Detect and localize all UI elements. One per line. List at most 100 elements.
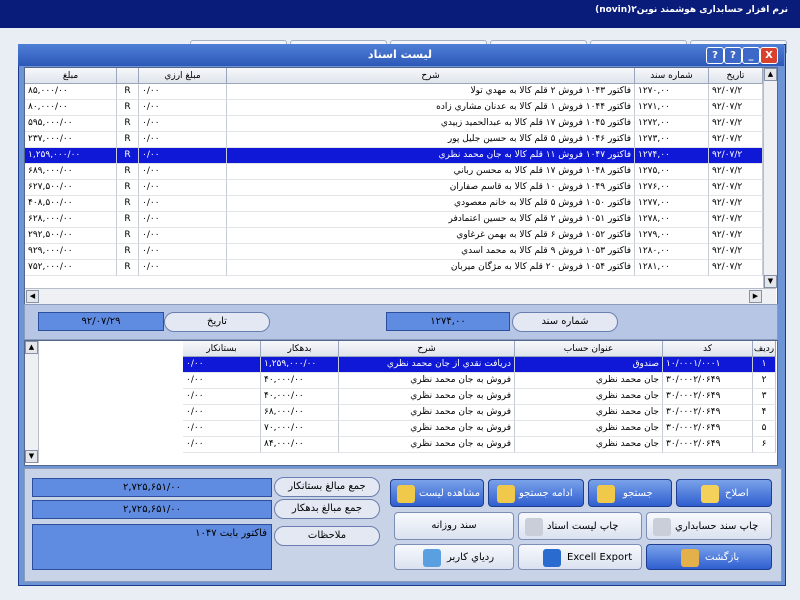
print-document-list-button[interactable]: چاپ ليست اسناد bbox=[518, 512, 642, 540]
minimize-icon: _ bbox=[748, 50, 754, 61]
cell-doc-no: ۱۲۷۵,۰۰ bbox=[635, 164, 709, 180]
col-header-code[interactable]: کد bbox=[663, 341, 753, 357]
scroll-up-arrow-icon[interactable]: ▲ bbox=[764, 68, 777, 81]
pencil-icon bbox=[701, 485, 719, 503]
cell-debit: ۶۸,۰۰۰/۰۰ bbox=[261, 405, 339, 421]
date-field[interactable]: ۹۲/۰۷/۲۹ bbox=[38, 312, 164, 331]
search-button-label: جستجو bbox=[623, 488, 653, 499]
cell-fx-flag: R bbox=[117, 196, 139, 212]
col-header-doc-number[interactable]: شماره سند bbox=[635, 68, 709, 84]
cell-doc-no: ۱۲۸۰,۰۰ bbox=[635, 244, 709, 260]
table-row[interactable]: ۸۰,۰۰۰/۰۰ R ۰/۰۰ فاکتور ۱۰۴۴ فروش ۱ قلم کال… bbox=[25, 100, 763, 116]
cell-code: ۱۰/۰۰۰۱/۰۰۰۱ bbox=[663, 357, 753, 373]
notes-label: ملاحظات bbox=[274, 526, 380, 546]
cell-date: ۹۲/۰۷/۲ bbox=[709, 196, 763, 212]
table-row[interactable]: ۰/۰۰ ۴۰,۰۰۰/۰۰ فروش به جان محمد نظري جان مح… bbox=[183, 389, 776, 405]
cell-credit: ۰/۰۰ bbox=[183, 437, 261, 453]
user-trace-button[interactable]: ردياي کاربر bbox=[394, 544, 514, 570]
cell-desc: فاکتور ۱۰۴۳ فروش ۲ قلم کالا به مهدي تولا bbox=[227, 84, 635, 100]
table-row[interactable]: ۷۵۲,۰۰۰/۰۰ R ۰/۰۰ فاکتور ۱۰۵۴ فروش ۲۰ قلم ک… bbox=[25, 260, 763, 276]
help-button[interactable]: ? bbox=[724, 47, 742, 64]
print-accounting-doc-button[interactable]: چاپ سند حسابداري bbox=[646, 512, 772, 540]
cell-doc-no: ۱۲۷۶,۰۰ bbox=[635, 180, 709, 196]
cell-debit: ۷۰,۰۰۰/۰۰ bbox=[261, 421, 339, 437]
cell-doc-no: ۱۲۷۰,۰۰ bbox=[635, 84, 709, 100]
table-row[interactable]: ۶۲۸,۰۰۰/۰۰ R ۰/۰۰ فاکتور ۱۰۵۱ فروش ۲ قلم کا… bbox=[25, 212, 763, 228]
cell-doc-no: ۱۲۸۱,۰۰ bbox=[635, 260, 709, 276]
users-icon bbox=[423, 549, 441, 567]
notes-field[interactable]: فاکتور بابت ۱۰۴۷ bbox=[32, 524, 272, 570]
back-button[interactable]: بازگشت bbox=[646, 544, 772, 570]
cell-debit: ۴۰,۰۰۰/۰۰ bbox=[261, 373, 339, 389]
cell-doc-no: ۱۲۷۴,۰۰ bbox=[635, 148, 709, 164]
folder-search-icon bbox=[597, 485, 615, 503]
cell-desc: فاکتور ۱۰۵۲ فروش ۶ قلم کالا به بهمن غرغا… bbox=[227, 228, 635, 244]
cell-debit: ۸۴,۰۰۰/۰۰ bbox=[261, 437, 339, 453]
col-header-debit[interactable]: بدهکار bbox=[261, 341, 339, 357]
cell-fx-amount: ۰/۰۰ bbox=[139, 84, 227, 100]
table-row[interactable]: ۰/۰۰ ۶۸,۰۰۰/۰۰ فروش به جان محمد نظري جان مح… bbox=[183, 405, 776, 421]
context-help-button[interactable]: ? bbox=[706, 47, 724, 64]
documents-table-body: ۸۵,۰۰۰/۰۰ R ۰/۰۰ فاکتور ۱۰۴۳ فروش ۲ قلم کال… bbox=[25, 84, 763, 280]
table-row[interactable]: ۴۰۸,۵۰۰/۰۰ R ۰/۰۰ فاکتور ۱۰۵۰ فروش ۵ قلم کا… bbox=[25, 196, 763, 212]
table-row[interactable]: ۰/۰۰ ۱,۲۵۹,۰۰۰/۰۰ دريافت نقدي از جان محمد … bbox=[183, 357, 776, 373]
printer-icon bbox=[525, 518, 543, 536]
table-row[interactable]: ۱,۲۵۹,۰۰۰/۰۰ R ۰/۰۰ فاکتور ۱۰۴۷ فروش ۱۱ قلم… bbox=[25, 148, 763, 164]
view-list-button[interactable]: مشاهده ليست bbox=[390, 479, 484, 507]
continue-search-button[interactable]: ادامه جستجو bbox=[488, 479, 584, 507]
excel-export-button[interactable]: Excell Export bbox=[518, 544, 642, 570]
table-row[interactable]: ۰/۰۰ ۷۰,۰۰۰/۰۰ فروش به جان محمد نظري جان مح… bbox=[183, 421, 776, 437]
col-header-credit[interactable]: بستانکار bbox=[183, 341, 261, 357]
scroll-right-arrow-icon[interactable]: ▶ bbox=[749, 290, 762, 303]
table-row[interactable]: ۶۸۹,۰۰۰/۰۰ R ۰/۰۰ فاکتور ۱۰۴۸ فروش ۱۷ قلم ک… bbox=[25, 164, 763, 180]
cell-debit: ۴۰,۰۰۰/۰۰ bbox=[261, 389, 339, 405]
table-row[interactable]: ۹۲۹,۰۰۰/۰۰ R ۰/۰۰ فاکتور ۱۰۵۳ فروش ۹ قلم کا… bbox=[25, 244, 763, 260]
col-header-row[interactable]: رديف bbox=[753, 341, 776, 357]
cell-fx-amount: ۰/۰۰ bbox=[139, 260, 227, 276]
documents-vertical-scrollbar[interactable]: ▲ ▼ bbox=[763, 68, 777, 288]
cell-fx-amount: ۰/۰۰ bbox=[139, 116, 227, 132]
table-row[interactable]: ۰/۰۰ ۸۴,۰۰۰/۰۰ فروش به جان محمد نظري جان مح… bbox=[183, 437, 776, 453]
cell-fx-flag: R bbox=[117, 244, 139, 260]
table-row[interactable]: ۲۳۷,۰۰۰/۰۰ R ۰/۰۰ فاکتور ۱۰۴۶ فروش ۵ قلم کا… bbox=[25, 132, 763, 148]
daily-document-button[interactable]: سند روزانه bbox=[394, 512, 514, 540]
col-header-date[interactable]: تاریخ bbox=[709, 68, 763, 84]
col-header-amount[interactable]: مبلغ bbox=[25, 68, 117, 84]
cell-date: ۹۲/۰۷/۲ bbox=[709, 148, 763, 164]
col-header-account-title[interactable]: عنوان حساب bbox=[515, 341, 663, 357]
scroll-down-arrow-icon[interactable]: ▼ bbox=[25, 450, 38, 463]
col-header-fx-amount[interactable]: مبلغ ارزي bbox=[139, 68, 227, 84]
col-header-line-description[interactable]: شرح bbox=[339, 341, 515, 357]
cell-fx-flag: R bbox=[117, 148, 139, 164]
col-header-fx-flag[interactable] bbox=[117, 68, 139, 84]
edit-button[interactable]: اصلاح bbox=[676, 479, 772, 507]
scroll-left-arrow-icon[interactable]: ◀ bbox=[26, 290, 39, 303]
table-row[interactable]: ۲۹۲,۵۰۰/۰۰ R ۰/۰۰ فاکتور ۱۰۵۲ فروش ۶ قلم کا… bbox=[25, 228, 763, 244]
cell-amount: ۱,۲۵۹,۰۰۰/۰۰ bbox=[25, 148, 117, 164]
table-row[interactable]: ۰/۰۰ ۴۰,۰۰۰/۰۰ فروش به جان محمد نظري جان مح… bbox=[183, 373, 776, 389]
documents-table: مبلغ مبلغ ارزي شرح شماره سند تاریخ ۸۵,۰۰… bbox=[24, 67, 778, 305]
lines-vertical-scrollbar[interactable]: ▲ ▼ bbox=[25, 341, 39, 463]
documents-horizontal-scrollbar[interactable]: ◀ ▶ bbox=[25, 288, 776, 304]
table-row[interactable]: ۶۲۷,۵۰۰/۰۰ R ۰/۰۰ فاکتور ۱۰۴۹ فروش ۱۰ قلم ک… bbox=[25, 180, 763, 196]
scroll-up-arrow-icon[interactable]: ▲ bbox=[25, 341, 38, 354]
doc-number-field[interactable]: ۱۲۷۴,۰۰ bbox=[386, 312, 510, 331]
cell-desc: فاکتور ۱۰۴۹ فروش ۱۰ قلم کالا به قاسم صفا… bbox=[227, 180, 635, 196]
table-row[interactable]: ۸۵,۰۰۰/۰۰ R ۰/۰۰ فاکتور ۱۰۴۳ فروش ۲ قلم کال… bbox=[25, 84, 763, 100]
cell-fx-flag: R bbox=[117, 212, 139, 228]
cell-account: جان محمد نظري bbox=[515, 437, 663, 453]
cell-account: جان محمد نظري bbox=[515, 373, 663, 389]
minimize-button[interactable]: _ bbox=[742, 47, 760, 64]
scroll-down-arrow-icon[interactable]: ▼ bbox=[764, 275, 777, 288]
debit-total-field: ۲,۷۲۵,۶۵۱/۰۰ bbox=[32, 500, 272, 519]
col-header-description[interactable]: شرح bbox=[227, 68, 635, 84]
close-button[interactable]: X bbox=[760, 47, 778, 64]
notes-text: فاکتور بابت ۱۰۴۷ bbox=[195, 528, 267, 539]
cell-desc: فاکتور ۱۰۴۸ فروش ۱۷ قلم کالا به محسن ربا… bbox=[227, 164, 635, 180]
cell-credit: ۰/۰۰ bbox=[183, 421, 261, 437]
credit-total-label: جمع مبالغ بستانکار bbox=[274, 477, 380, 497]
search-button[interactable]: جستجو bbox=[588, 479, 672, 507]
credit-total-field: ۲,۷۲۵,۶۵۱/۰۰ bbox=[32, 478, 272, 497]
table-row[interactable]: ۵۹۵,۰۰۰/۰۰ R ۰/۰۰ فاکتور ۱۰۴۵ فروش ۱۷ قلم ک… bbox=[25, 116, 763, 132]
cell-code: ۳۰/۰۰۰۲/۰۶۴۹ bbox=[663, 437, 753, 453]
